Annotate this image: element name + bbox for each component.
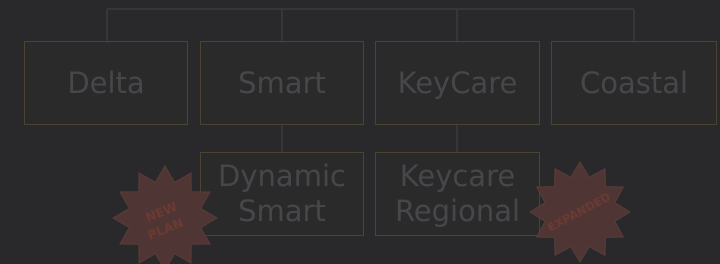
plan-box-keycare-regional[interactable]: Keycare Regional xyxy=(375,152,540,236)
plan-label-smart: Smart xyxy=(238,65,326,100)
plan-hierarchy-diagram: Delta Smart KeyCare Coastal Dynamic Smar… xyxy=(0,0,720,264)
plan-label-dynamic-smart-line1: Dynamic xyxy=(218,159,346,193)
plan-label-delta: Delta xyxy=(67,65,145,100)
plan-label-coastal: Coastal xyxy=(579,65,689,100)
plan-box-smart[interactable]: Smart xyxy=(200,41,364,125)
plan-box-keycare[interactable]: KeyCare xyxy=(375,41,540,125)
plan-box-delta[interactable]: Delta xyxy=(24,41,188,125)
plan-box-coastal[interactable]: Coastal xyxy=(551,41,717,125)
plan-label-dynamic-smart-line2: Smart xyxy=(238,194,326,228)
plan-label-keycare-regional-line2: Regional xyxy=(394,194,521,228)
plan-label-keycare-regional-line1: Keycare xyxy=(399,159,516,193)
plan-box-dynamic-smart[interactable]: Dynamic Smart xyxy=(200,152,364,236)
plan-label-keycare: KeyCare xyxy=(397,65,518,100)
